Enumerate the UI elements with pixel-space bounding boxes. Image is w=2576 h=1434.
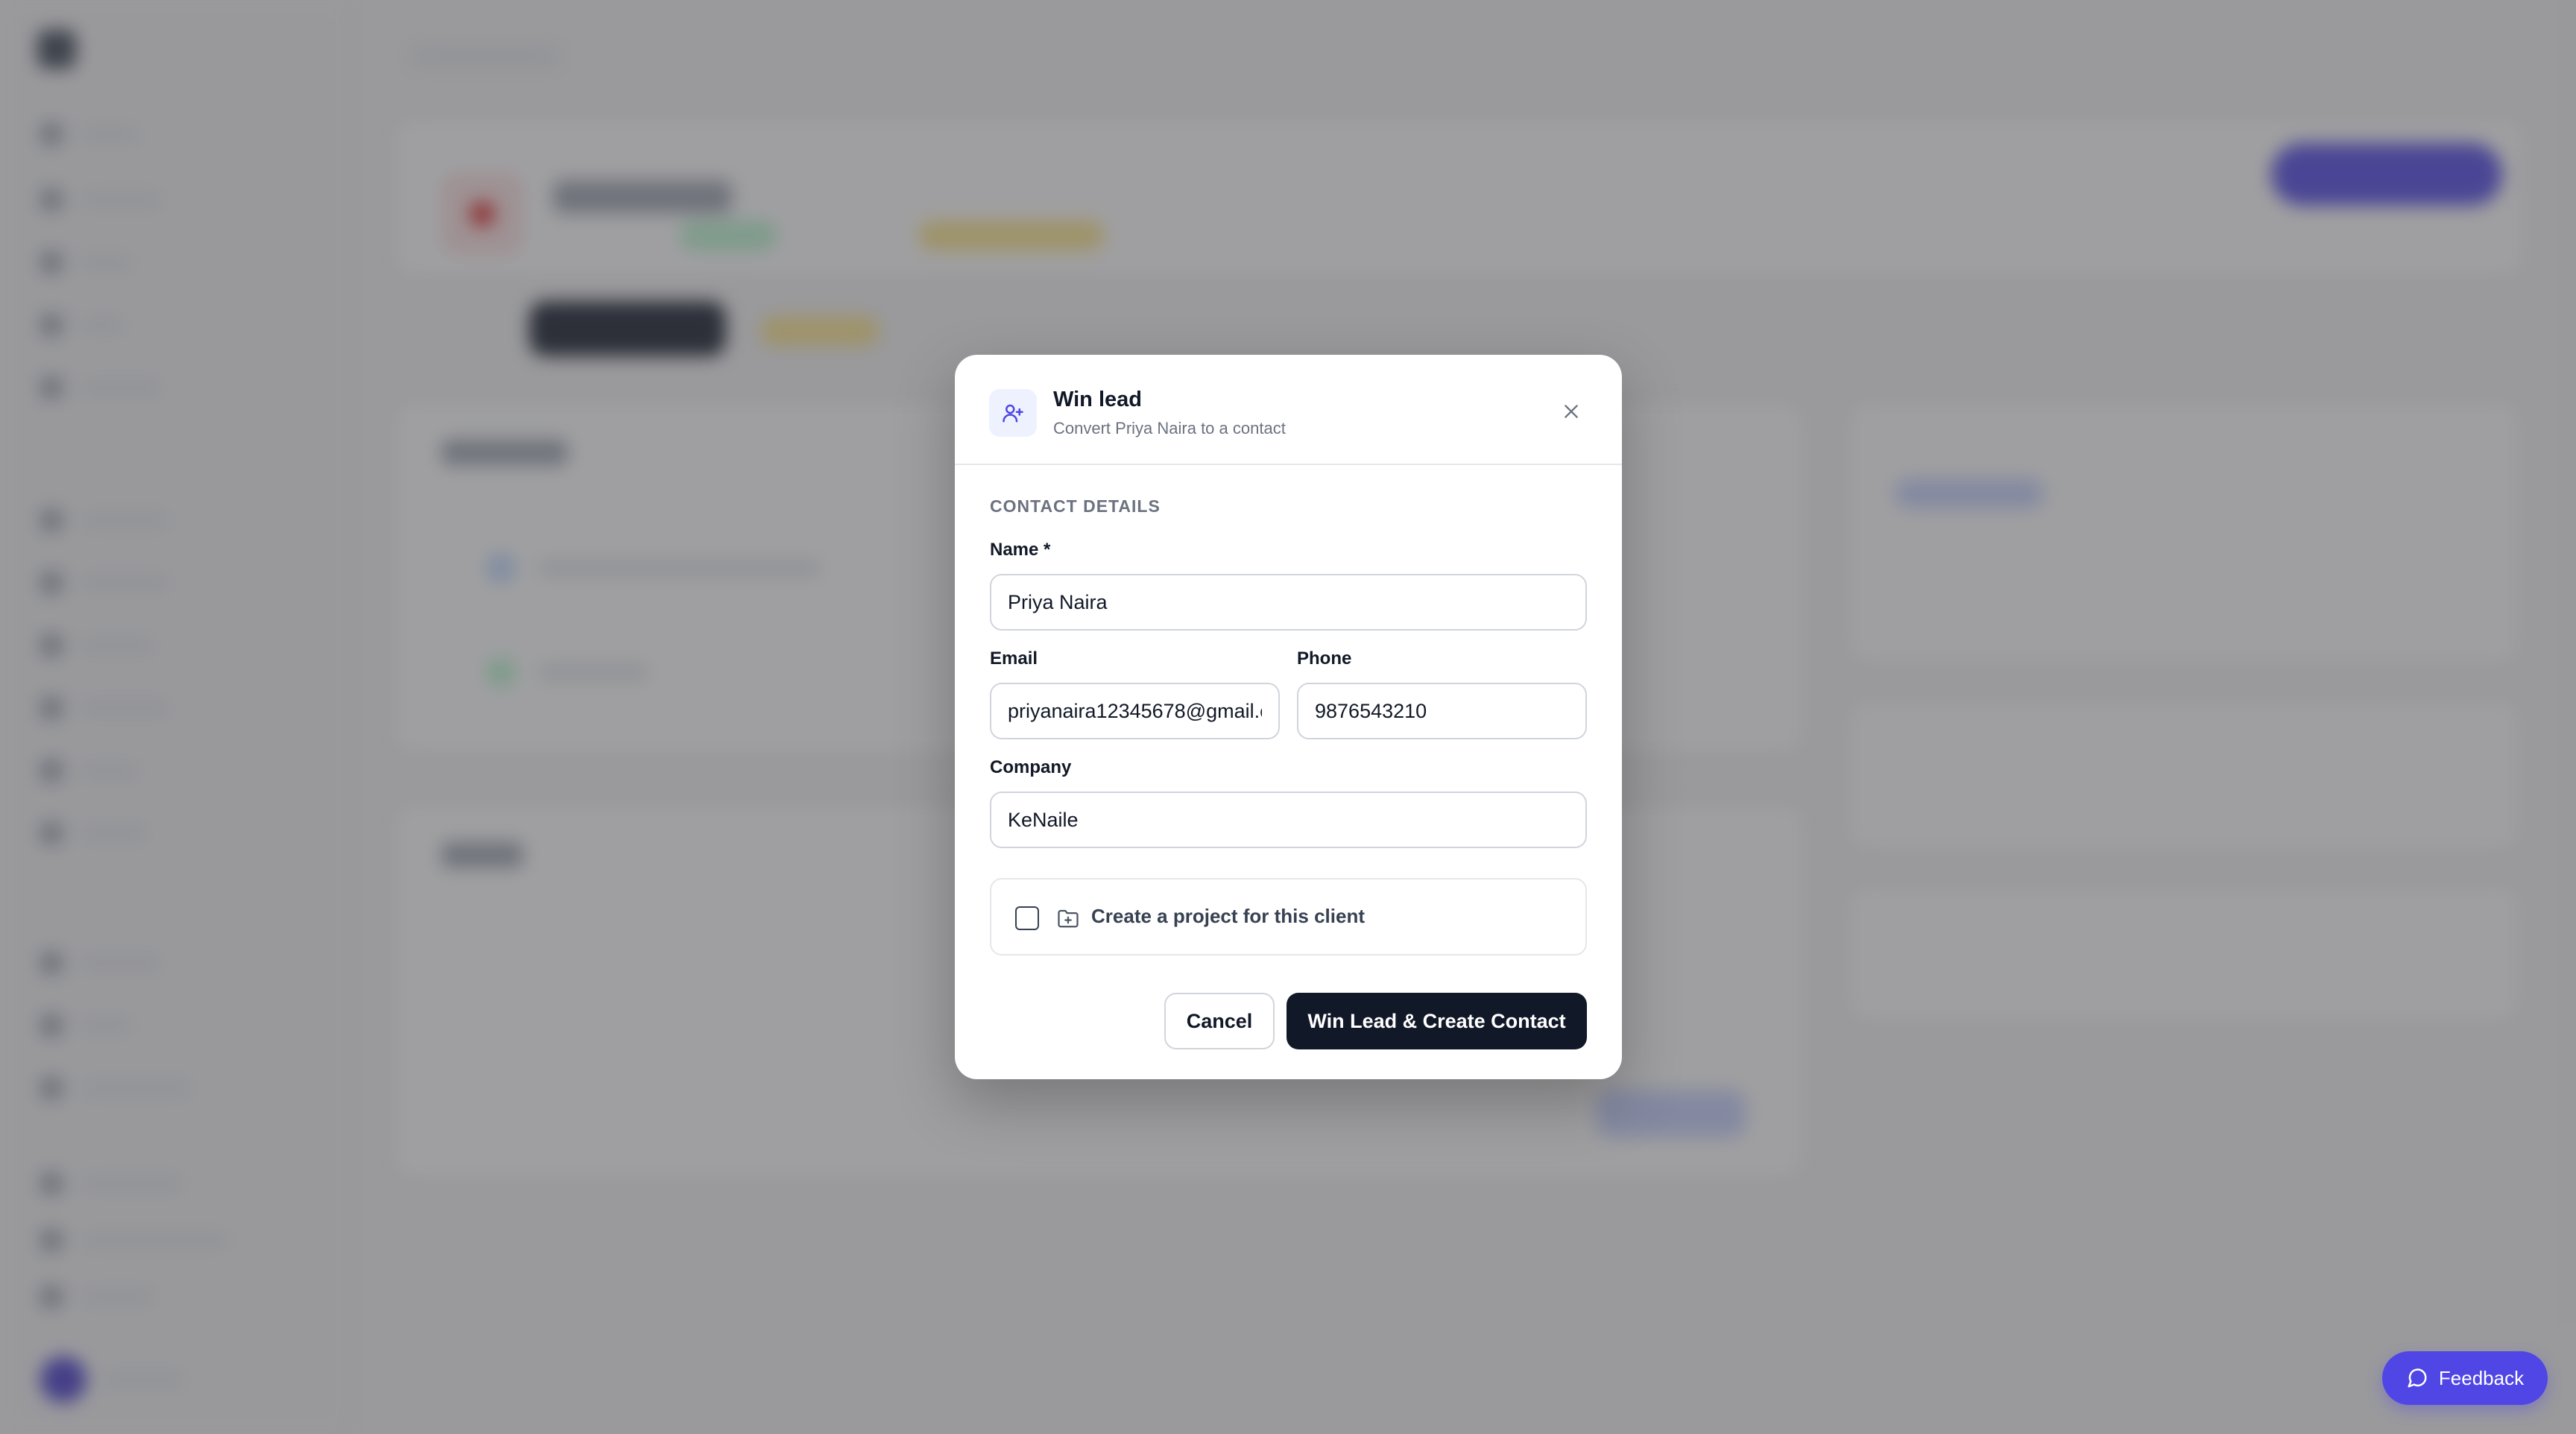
email-input[interactable]	[990, 683, 1280, 739]
feedback-label: Feedback	[2438, 1366, 2525, 1389]
close-icon	[1565, 405, 1578, 418]
win-lead-dialog: Win lead Convert Priya Naira to a contac…	[955, 355, 1622, 1079]
section-label: CONTACT DETAILS	[990, 496, 1161, 516]
user-plus-icon	[989, 389, 1037, 437]
dialog-subtitle: Convert Priya Naira to a contact	[1053, 419, 1286, 438]
name-label: Name *	[990, 540, 1051, 560]
create-project-label: Create a project for this client	[1091, 905, 1365, 927]
cancel-button[interactable]: Cancel	[1164, 993, 1275, 1049]
dialog-header: Win lead Convert Priya Naira to a contac…	[955, 355, 1622, 465]
feedback-button[interactable]: Feedback	[2382, 1351, 2548, 1405]
close-button[interactable]	[1556, 397, 1586, 426]
dialog-title: Win lead	[1053, 388, 1142, 411]
email-label: Email	[990, 648, 1038, 669]
company-input[interactable]	[990, 792, 1587, 848]
phone-label: Phone	[1297, 648, 1352, 669]
create-project-checkbox[interactable]	[1015, 906, 1039, 930]
chat-bubble-icon	[2408, 1368, 2427, 1388]
phone-input[interactable]	[1297, 683, 1587, 739]
create-project-option[interactable]: Create a project for this client	[990, 878, 1587, 956]
win-lead-create-contact-button[interactable]: Win Lead & Create Contact	[1287, 993, 1587, 1049]
name-input[interactable]	[990, 574, 1587, 631]
folder-plus-icon	[1058, 909, 1079, 928]
company-label: Company	[990, 757, 1072, 777]
